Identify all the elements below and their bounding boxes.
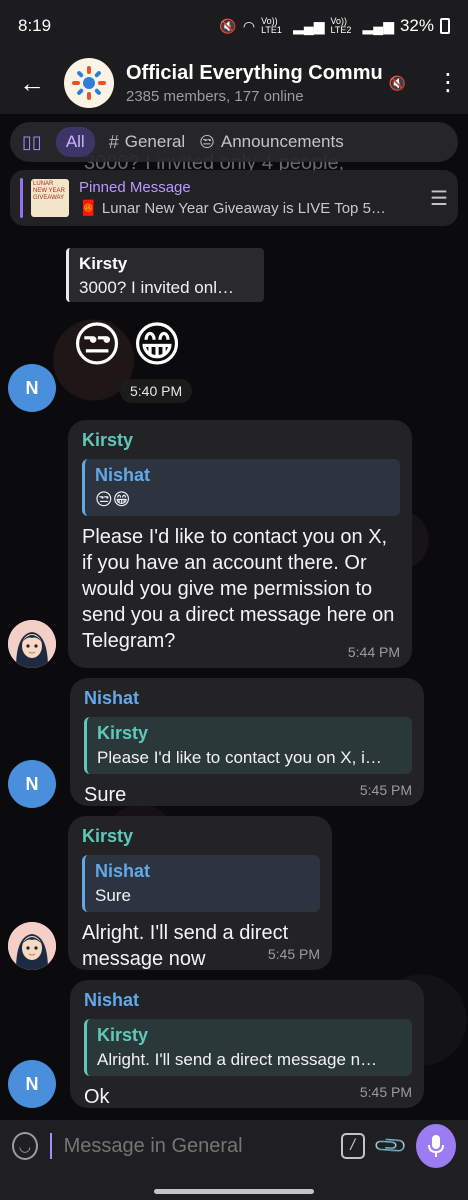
message-time: 5:40 PM [120,379,193,403]
message-time: 5:45 PM [267,946,320,962]
reply-sender: Kirsty [97,1025,149,1045]
tab-all[interactable]: All [55,127,95,157]
tab-general-label: General [124,132,186,151]
reply-sender: Kirsty [97,723,149,743]
reply-preview[interactable]: Kirsty Alright. I'll send a direct messa… [84,1019,412,1076]
channel-logo-icon [72,66,106,100]
reply-sender: Nishat [95,861,151,881]
message-input[interactable] [63,1134,329,1158]
message-sender: Kirsty [82,430,134,450]
kirsty-avatar-icon [8,922,56,970]
pinned-text: Pinned Message 🧧 Lunar New Year Giveaway… [79,179,422,217]
vertical-dots-icon[interactable]: ⋮ [428,71,468,95]
message-sender: Nishat [84,688,140,708]
channel-title: Official Everything Commu [126,61,383,84]
pinned-message-bar[interactable]: LUNAR NEW YEAR GIVEAWAY Pinned Message 🧧… [10,170,458,226]
tab-general[interactable]: # General [109,132,186,153]
tab-announcements-label: Announcements [220,132,344,151]
command-icon[interactable]: / [340,1133,365,1159]
message-sender: Nishat [84,990,140,1010]
quote-sender: Kirsty [79,254,128,273]
muted-speaker-icon: 🔇 [388,74,406,91]
signal-icon: ▂▄▆ [362,17,394,34]
mic-icon[interactable] [416,1124,456,1168]
reply-preview[interactable]: Nishat 😒😁 [82,459,400,516]
message-time: 5:45 PM [359,782,412,798]
message-time: 5:44 PM [347,644,400,660]
pin-list-icon[interactable]: ☰ [430,186,448,211]
pin-indicator [20,178,23,218]
reply-text: Please I'd like to contact you on X, i… [97,748,382,767]
wifi-icon: ◠ [242,17,256,34]
reply-sender: Nishat [95,465,151,485]
avatar[interactable]: N [8,1060,56,1108]
chat-header: ← Official Everything Commu 2385 members… [0,52,468,114]
channel-avatar[interactable] [64,58,114,108]
avatar[interactable]: N [8,364,56,412]
reply-text: 😒😁 [95,490,131,509]
sim1-label: Vo)) LTE1 [261,16,282,35]
topic-tabs: ▯▯ All # General 😒 Announcements [10,122,458,162]
status-bar: 8:19 🔇 ◠ Vo)) LTE1 ▂▄▆ Vo)) LTE2 ▂▄▆ 32% [0,0,468,52]
avatar[interactable] [8,620,56,668]
message-bubble[interactable]: Nishat Kirsty Alright. I'll send a direc… [70,980,424,1108]
quote-text: 3000? I invited onl… [79,278,234,297]
tab-announcements[interactable]: 😒 Announcements [199,132,344,152]
hash-icon: # [108,131,119,152]
announcement-emoji-icon: 😒 [199,134,215,151]
channel-info[interactable]: Official Everything Commu 2385 members, … [126,62,389,105]
system-nav-area [0,1172,468,1200]
channel-subtitle: 2385 members, 177 online [126,87,304,105]
kirsty-avatar-icon [8,620,56,668]
reply-preview[interactable]: Nishat Sure [82,855,320,912]
avatar[interactable]: N [8,760,56,808]
message-bubble[interactable]: Kirsty Nishat Sure Alright. I'll send a … [68,816,332,970]
message-composer: ◡ / 📎 [0,1120,468,1172]
reply-preview[interactable]: Kirsty Please I'd like to contact you on… [84,717,412,774]
status-icons: 🔇 ◠ Vo)) LTE1 ▂▄▆ Vo)) LTE2 ▂▄▆ 32% [219,16,450,36]
reply-text: Sure [95,886,131,905]
pinned-body: 🧧 Lunar New Year Giveaway is LIVE Top 5… [79,199,422,217]
message-text: Please I'd like to contact you on X, if … [82,526,395,652]
signal-icon: ▂▄▆ [293,17,325,34]
message-sender: Kirsty [82,826,134,846]
attach-icon[interactable]: 📎 [371,1127,409,1165]
emoji-message[interactable]: 😒😁 [72,322,192,370]
mute-icon: 🔇 [219,17,237,34]
message-bubble[interactable]: Nishat Kirsty Please I'd like to contact… [70,678,424,806]
pinned-thumbnail-text: LUNAR NEW YEAR GIVEAWAY [33,181,65,201]
battery-level: 32% [399,16,434,35]
sidebar-icon[interactable]: ▯▯ [22,132,42,153]
home-indicator[interactable] [154,1189,314,1194]
avatar[interactable] [8,922,56,970]
status-time: 8:19 [18,16,52,35]
reply-text: Alright. I'll send a direct message n… [97,1050,378,1069]
message-bubble[interactable]: Kirsty Nishat 😒😁 Please I'd like to cont… [68,420,412,668]
red-envelope-icon: 🧧 [79,200,98,217]
text-caret [49,1133,52,1159]
message-time: 5:45 PM [359,1084,412,1100]
battery-icon [440,18,450,34]
arrow-left-icon[interactable]: ← [0,68,64,99]
pinned-body-text: Lunar New Year Giveaway is LIVE Top 5… [101,200,386,217]
tab-all-label: All [65,132,85,151]
pinned-thumbnail: LUNAR NEW YEAR GIVEAWAY [31,179,69,217]
microphone-glyph [428,1135,444,1157]
sim2-label: Vo)) LTE2 [330,16,352,35]
smile-icon[interactable]: ◡ [12,1132,38,1160]
pinned-title: Pinned Message [79,179,191,196]
message-quote-kirsty[interactable]: Kirsty 3000? I invited onl… [66,248,264,302]
